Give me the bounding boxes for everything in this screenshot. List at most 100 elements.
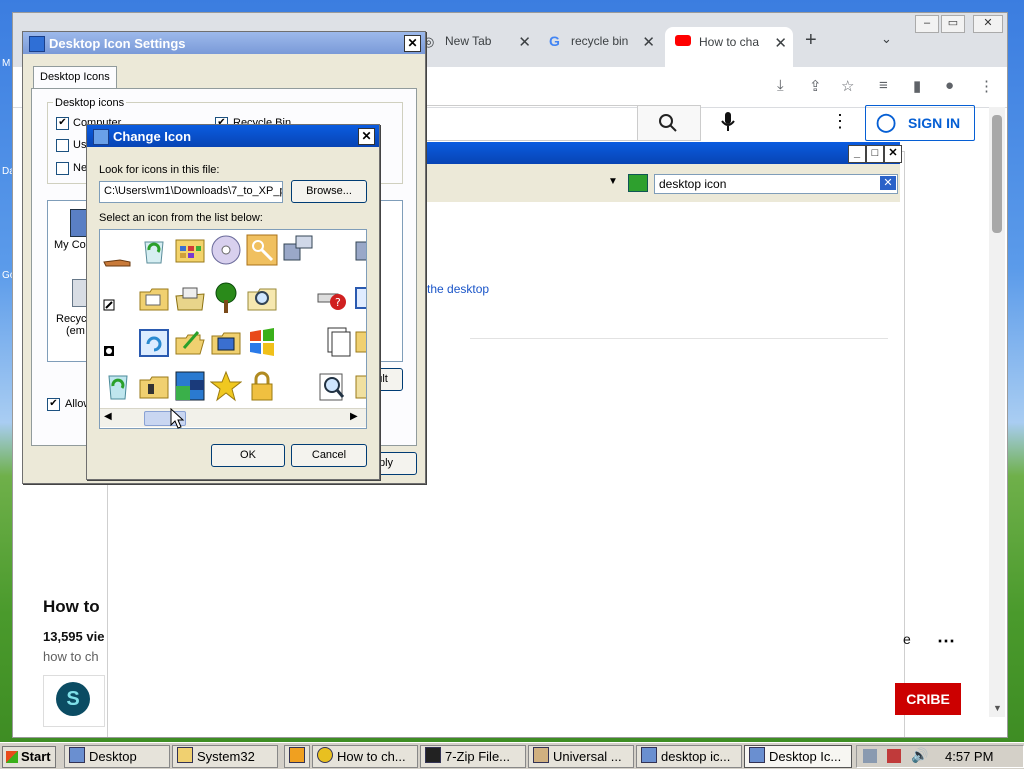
printer-folder-icon[interactable] (174, 282, 206, 314)
download-icon[interactable]: ⤓ (777, 77, 784, 94)
share-icon[interactable]: ⇪ (809, 77, 822, 95)
maximize-button[interactable]: □ (866, 145, 884, 163)
taskbar-item-desktop[interactable]: Desktop (64, 745, 170, 768)
shortcut-arrow-icon[interactable] (102, 290, 134, 322)
taskbar-item-media[interactable] (284, 745, 310, 768)
no-entry-shortcut-icon[interactable] (102, 336, 134, 368)
close-button[interactable]: ✕ (358, 128, 375, 145)
youtube-search-button[interactable] (637, 105, 701, 141)
icon-list[interactable]: ? ◀ ▶ (99, 229, 367, 429)
maximize-button[interactable]: ▭ (941, 15, 965, 33)
desktop-icon-label[interactable]: M (2, 58, 10, 69)
help-drive-icon[interactable]: ? (316, 282, 348, 314)
tab-recycle-bin[interactable]: G recycle bin ✕ (547, 29, 659, 55)
tree-icon[interactable] (210, 282, 242, 314)
go-icon[interactable] (628, 174, 648, 192)
security-alert-icon[interactable] (887, 749, 901, 763)
close-window-button[interactable]: ✕ (973, 15, 1003, 33)
window-partial-icon[interactable] (352, 282, 367, 314)
taskbar-item-desktop-icon-search[interactable]: desktop ic... (636, 745, 742, 768)
microphone-icon[interactable] (719, 111, 737, 133)
recycle-bin-empty-icon[interactable] (102, 370, 134, 402)
network-icon[interactable] (863, 749, 877, 763)
cancel-button[interactable]: Cancel (291, 444, 367, 467)
users-files-checkbox[interactable] (56, 139, 69, 152)
close-button[interactable]: ✕ (884, 145, 902, 163)
scroll-right-icon[interactable]: ▶ (350, 411, 358, 422)
tab-new-tab[interactable]: ◎ New Tab ✕ (423, 29, 535, 55)
taskbar-item-label: System32 (197, 749, 255, 764)
minimize-button[interactable]: ‒ (915, 15, 939, 33)
hand-pointer-icon[interactable] (102, 244, 134, 276)
side-panel-icon[interactable]: ▮ (913, 77, 921, 95)
taskbar-item-system32[interactable]: System32 (172, 745, 278, 768)
tab-how-to-change[interactable]: How to cha ✕ (665, 27, 793, 67)
control-panel-icon[interactable] (174, 234, 206, 266)
taskbar-item-7zip[interactable]: 7-Zip File... (420, 745, 526, 768)
tab-desktop-icons[interactable]: Desktop Icons (33, 66, 117, 89)
video-description[interactable]: how to ch (43, 649, 99, 664)
ok-button[interactable]: OK (211, 444, 285, 467)
tab-search-icon[interactable]: ⌄ (881, 31, 892, 47)
scroll-down-icon[interactable]: ▼ (993, 703, 1002, 713)
reading-list-icon[interactable]: ≡ (879, 77, 888, 94)
folder-documents-icon[interactable] (138, 282, 170, 314)
menu-icon[interactable]: ⋮ (979, 77, 994, 95)
star-icon[interactable] (210, 370, 242, 402)
universal-icon (533, 747, 549, 763)
channel-avatar[interactable]: S (56, 682, 90, 716)
network-checkbox[interactable] (56, 162, 69, 175)
scrollbar[interactable]: ▼ (989, 107, 1005, 717)
network-computers-icon[interactable] (282, 234, 314, 266)
new-tab-button[interactable]: + (805, 29, 817, 52)
refresh-window-icon[interactable] (138, 326, 170, 358)
windows-logo-icon[interactable] (246, 326, 278, 358)
lock-icon[interactable] (246, 370, 278, 402)
dialog-title: Change Icon (113, 129, 192, 144)
taskbar-item-desktop-icon-settings[interactable]: Desktop Ic... (744, 745, 852, 768)
cd-drive-icon[interactable] (210, 234, 242, 266)
more-options-icon[interactable]: ⋮ (831, 111, 849, 132)
search-folder-icon[interactable] (246, 282, 278, 314)
result-link[interactable]: the desktop (427, 282, 489, 296)
start-button[interactable]: Start (2, 746, 56, 768)
clock[interactable]: 4:57 PM (945, 749, 993, 764)
close-tab-icon[interactable]: ✕ (642, 33, 655, 51)
profile-icon[interactable]: ● (945, 77, 954, 94)
browse-button[interactable]: Browse... (291, 180, 367, 203)
more-actions-icon[interactable]: ⋯ (937, 631, 955, 652)
subscribe-button[interactable]: CRIBE (895, 683, 961, 715)
close-button[interactable]: ✕ (404, 35, 421, 52)
video-title[interactable]: How to (43, 597, 100, 617)
allow-themes-checkbox[interactable]: ✔ (47, 398, 60, 411)
dropdown-arrow-icon[interactable]: ▼ (608, 176, 618, 187)
minimize-button[interactable]: _ (848, 145, 866, 163)
taskbar-item-universal[interactable]: Universal ... (528, 745, 634, 768)
taskbar-item-chrome[interactable]: How to ch... (312, 745, 418, 768)
computer-partial-icon[interactable] (352, 234, 367, 266)
close-tab-icon[interactable]: ✕ (518, 33, 531, 51)
keys-icon[interactable] (246, 234, 278, 266)
scrollbar-thumb[interactable] (992, 115, 1002, 233)
recycle-bin-full-icon[interactable] (138, 234, 170, 266)
folder-partial-icon[interactable] (352, 326, 367, 358)
sign-in-button[interactable]: ◯ SIGN IN (865, 105, 975, 141)
horizontal-scrollbar[interactable]: ◀ ▶ (100, 408, 366, 427)
magnifier-icon[interactable] (316, 370, 348, 402)
open-folder-icon[interactable] (174, 326, 206, 358)
search-field[interactable]: desktop icon ✕ (654, 174, 898, 194)
scanner-partial-icon[interactable] (352, 370, 367, 402)
film-icon[interactable] (174, 370, 206, 402)
youtube-search-input[interactable] (425, 105, 638, 141)
computer-checkbox[interactable]: ✔ (56, 117, 69, 130)
clear-search-icon[interactable]: ✕ (880, 176, 896, 190)
computer-folder-icon[interactable] (210, 326, 242, 358)
bookmark-star-icon[interactable]: ☆ (841, 77, 854, 95)
channel-card[interactable]: S (43, 675, 105, 727)
close-tab-icon[interactable]: ✕ (774, 34, 787, 52)
documents-icon[interactable] (322, 326, 354, 358)
scroll-left-icon[interactable]: ◀ (104, 411, 112, 422)
network-folder-icon[interactable] (138, 370, 170, 402)
icon-file-path-input[interactable]: C:\Users\vm1\Downloads\7_to_XP_p (99, 181, 283, 203)
volume-icon[interactable]: 🔊 (911, 747, 928, 764)
